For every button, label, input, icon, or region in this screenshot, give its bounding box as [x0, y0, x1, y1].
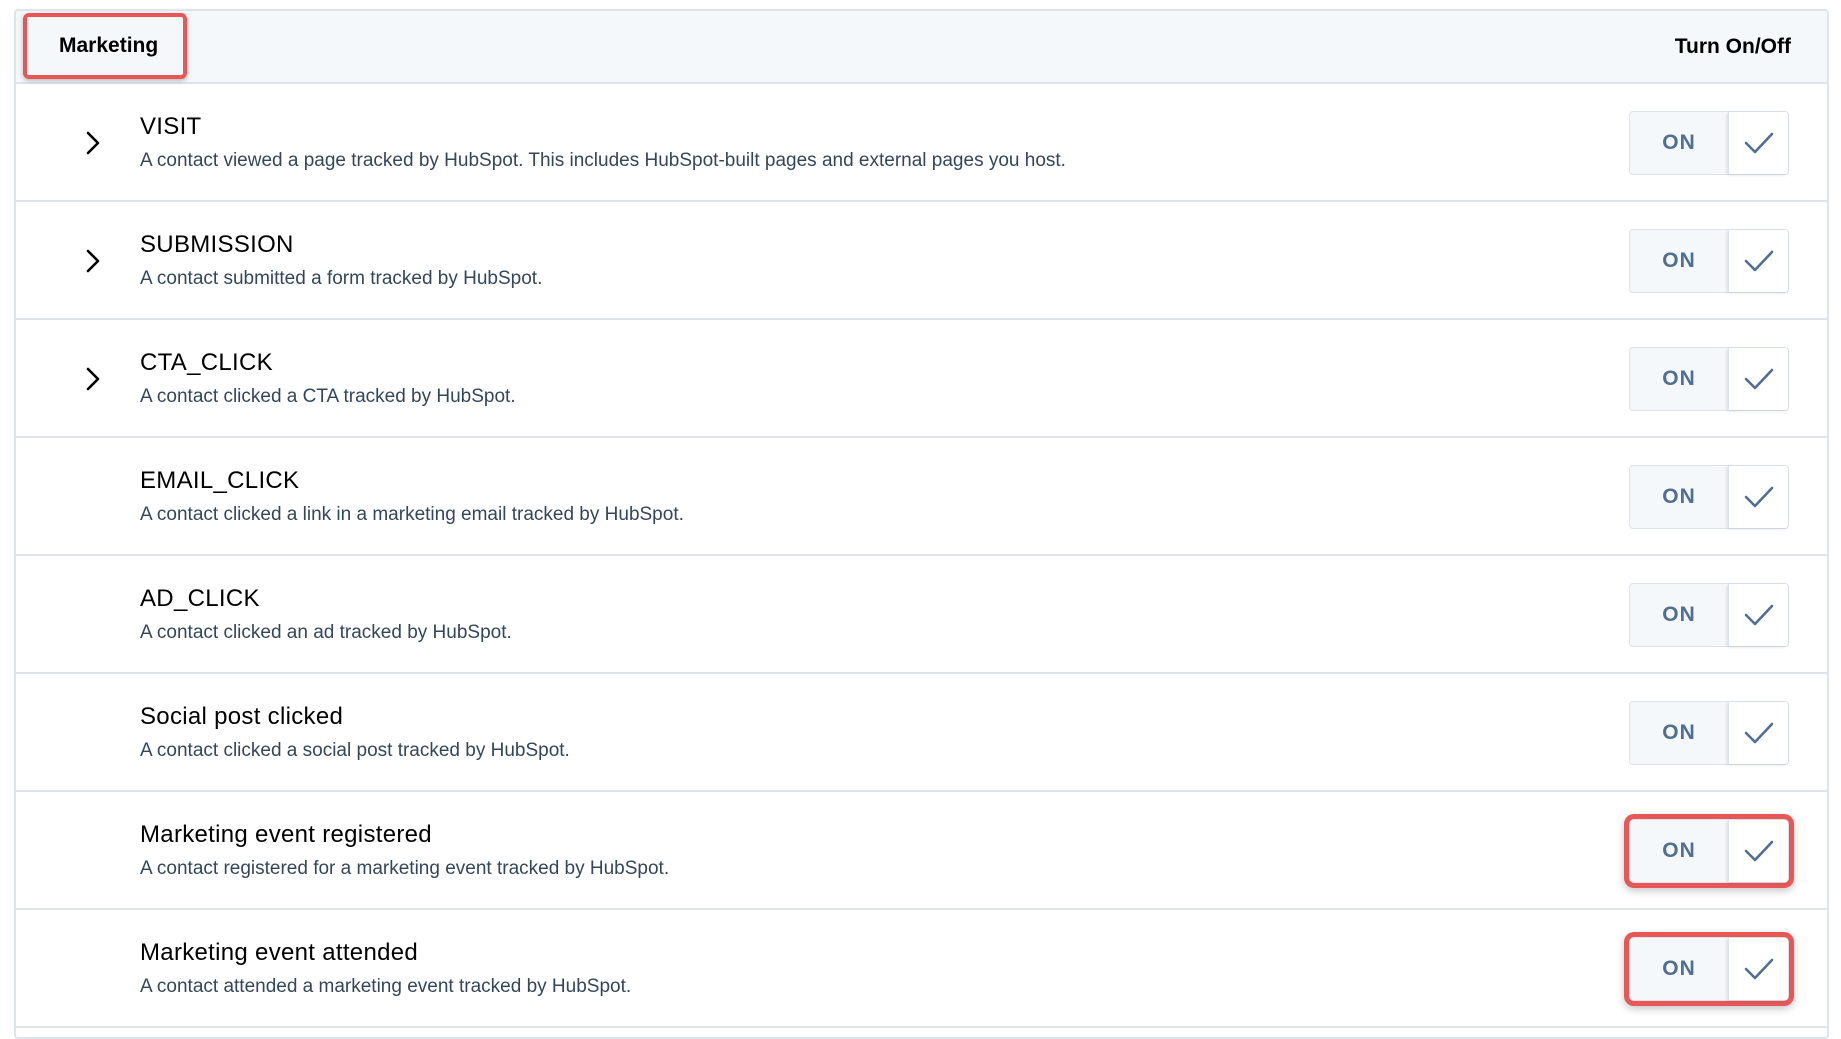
event-row: EMAIL_CLICK A contact clicked a link in a… [16, 438, 1827, 556]
event-row[interactable]: VISIT A contact viewed a page tracked by … [16, 84, 1827, 202]
event-description: A contact clicked a link in a marketing … [140, 504, 684, 525]
on-off-toggle[interactable]: ON [1629, 583, 1789, 647]
checkmark-icon[interactable] [1728, 938, 1788, 1000]
on-off-toggle[interactable]: ON [1629, 465, 1789, 529]
toggle-state-label: ON [1662, 603, 1696, 626]
checkmark-icon[interactable] [1728, 584, 1788, 646]
event-title: VISIT [140, 113, 202, 140]
event-row: Marketing event attended A contact attend… [16, 910, 1827, 1028]
on-off-toggle[interactable]: ON [1629, 701, 1789, 765]
event-description: A contact viewed a page tracked by HubSp… [140, 150, 1066, 171]
checkmark-icon[interactable] [1728, 348, 1788, 410]
table-header: Marketing Turn On/Off [16, 11, 1827, 84]
chevron-right-icon[interactable] [80, 364, 106, 394]
checkmark-icon[interactable] [1728, 466, 1788, 528]
event-row[interactable]: CTA_CLICK A contact clicked a CTA tracked… [16, 320, 1827, 438]
toggle-column-label: Turn On/Off [1674, 34, 1791, 58]
on-off-toggle[interactable]: ON [1629, 229, 1789, 293]
on-off-toggle[interactable]: ON [1629, 937, 1789, 1001]
event-title: EMAIL_CLICK [140, 467, 300, 494]
checkmark-icon[interactable] [1728, 820, 1788, 882]
checkmark-icon[interactable] [1728, 230, 1788, 292]
on-off-toggle[interactable]: ON [1629, 819, 1789, 883]
event-title: Marketing event attended [140, 939, 419, 966]
event-title: CTA_CLICK [140, 349, 273, 376]
toggle-state-label: ON [1662, 131, 1696, 154]
checkmark-icon[interactable] [1728, 702, 1788, 764]
toggle-state-label: ON [1662, 249, 1696, 272]
event-row: Marketing event registered A contact regi… [16, 792, 1827, 910]
marketing-events-panel: Marketing Turn On/Off VISIT A contact vie… [14, 9, 1829, 1039]
event-row: AD_CLICK A contact clicked an ad tracked … [16, 556, 1827, 674]
event-description: A contact clicked a social post tracked … [140, 740, 570, 761]
event-row[interactable]: SUBMISSION A contact submitted a form tra… [16, 202, 1827, 320]
toggle-state-label: ON [1662, 367, 1696, 390]
toggle-state-label: ON [1662, 485, 1696, 508]
event-description: A contact submitted a form tracked by Hu… [140, 268, 543, 289]
event-description: A contact clicked an ad tracked by HubSp… [140, 622, 512, 643]
event-title: Marketing event registered [140, 821, 432, 848]
event-row: Social post clicked A contact clicked a s… [16, 674, 1827, 792]
checkmark-icon[interactable] [1728, 112, 1788, 174]
toggle-state-label: ON [1662, 721, 1696, 744]
on-off-toggle[interactable]: ON [1629, 347, 1789, 411]
event-list: VISIT A contact viewed a page tracked by … [16, 84, 1827, 1028]
section-title: Marketing [23, 13, 187, 79]
event-title: Social post clicked [140, 703, 344, 730]
on-off-toggle[interactable]: ON [1629, 111, 1789, 175]
event-title: SUBMISSION [140, 231, 294, 258]
event-description: A contact registered for a marketing eve… [140, 858, 670, 879]
toggle-state-label: ON [1662, 839, 1696, 862]
event-title: AD_CLICK [140, 585, 260, 612]
event-description: A contact attended a marketing event tra… [140, 976, 632, 997]
chevron-right-icon[interactable] [80, 128, 106, 158]
toggle-state-label: ON [1662, 957, 1696, 980]
event-description: A contact clicked a CTA tracked by HubSp… [140, 386, 516, 407]
chevron-right-icon[interactable] [80, 246, 106, 276]
